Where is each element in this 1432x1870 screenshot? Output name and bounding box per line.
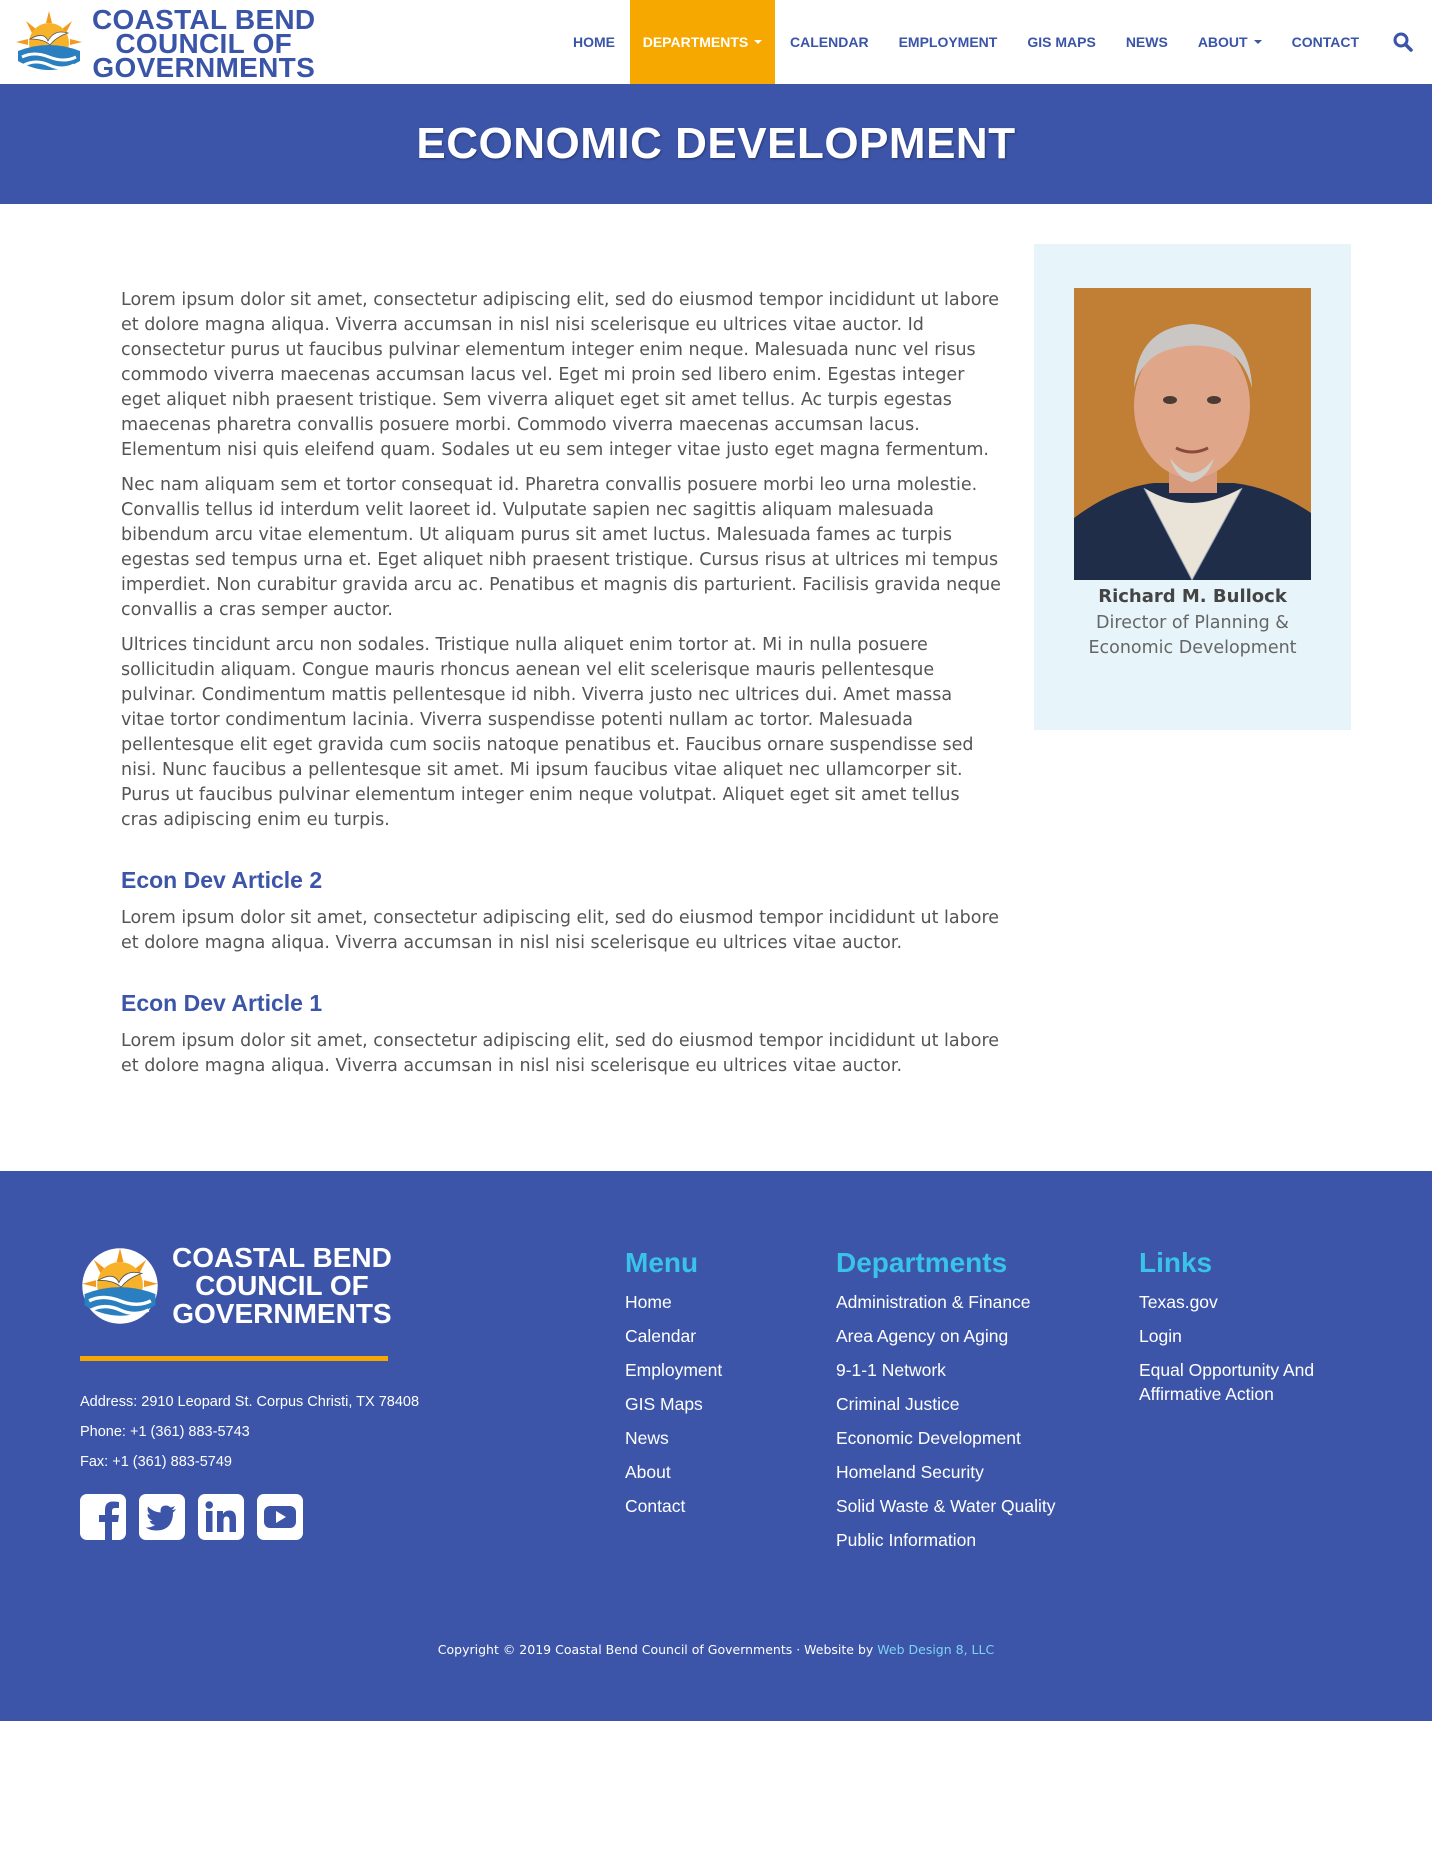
nav-label: CALENDAR (790, 34, 869, 50)
footer-link-department[interactable]: Criminal Justice (836, 1387, 1055, 1421)
main-content: Lorem ipsum dolor sit amet, consectetur … (121, 288, 1001, 1089)
footer-link-login[interactable]: Login (1139, 1319, 1339, 1353)
nav-label: NEWS (1125, 34, 1168, 50)
article-title-link[interactable]: Econ Dev Article 1 (121, 990, 1001, 1017)
address: Address: 2910 Leopard St. Corpus Christi… (80, 1394, 420, 1410)
logo-emblem-icon (16, 11, 82, 77)
logo-emblem-icon (82, 1248, 158, 1324)
nav-news[interactable]: NEWS (1111, 0, 1183, 84)
footer-menu: Menu Home Calendar Employment GIS Maps N… (625, 1247, 722, 1523)
phone: Phone: +1 (361) 883-5743 (80, 1424, 250, 1440)
logo-line: COASTAL BEND (172, 1242, 392, 1273)
footer-link-texas-gov[interactable]: Texas.gov (1139, 1285, 1339, 1319)
footer-link-about[interactable]: About (625, 1455, 722, 1489)
facebook-icon[interactable] (80, 1494, 126, 1540)
youtube-icon[interactable] (257, 1494, 303, 1540)
twitter-icon[interactable] (139, 1494, 185, 1540)
nav-label: HOME (573, 34, 615, 50)
search-button[interactable] (1374, 0, 1432, 84)
main-nav: HOME DEPARTMENTS CALENDAR EMPLOYMENT GIS… (558, 0, 1432, 84)
footer-link-department[interactable]: Economic Development (836, 1421, 1055, 1455)
staff-name: Richard M. Bullock (1098, 586, 1287, 607)
site-footer: COASTAL BEND COUNCIL OF GOVERNMENTS Addr… (0, 1171, 1432, 1721)
linkedin-icon[interactable] (198, 1494, 244, 1540)
nav-departments[interactable]: DEPARTMENTS (630, 0, 775, 84)
staff-photo (1074, 288, 1311, 580)
footer-link-gis-maps[interactable]: GIS Maps (625, 1387, 722, 1421)
nav-label: GIS MAPS (1027, 34, 1096, 50)
footer-link-department[interactable]: Solid Waste & Water Quality (836, 1489, 1055, 1523)
body-paragraph: Nec nam aliquam sem et tortor consequat … (121, 475, 1001, 620)
nav-label: CONTACT (1291, 34, 1359, 50)
copyright: Copyright © 2019 Coastal Bend Council of… (0, 1642, 1432, 1657)
page-title: ECONOMIC DEVELOPMENT (416, 119, 1016, 168)
staff-job-title: Director of Planning & Economic Developm… (1088, 613, 1297, 658)
nav-gis-maps[interactable]: GIS MAPS (1012, 0, 1110, 84)
logo-line: COUNCIL OF (195, 1270, 369, 1301)
nav-about[interactable]: ABOUT (1183, 0, 1277, 84)
page-banner: ECONOMIC DEVELOPMENT (0, 84, 1432, 204)
site-header: COASTAL BEND COUNCIL OF GOVERNMENTS HOME… (0, 0, 1432, 84)
logo-wordmark: COASTAL BEND COUNCIL OF GOVERNMENTS (92, 6, 316, 83)
footer-link-employment[interactable]: Employment (625, 1353, 722, 1387)
footer-link-news[interactable]: News (625, 1421, 722, 1455)
nav-home[interactable]: HOME (558, 0, 630, 84)
footer-link-calendar[interactable]: Calendar (625, 1319, 722, 1353)
footer-links: Links Texas.gov Login Equal Opportunity … (1139, 1247, 1339, 1406)
nav-employment[interactable]: EMPLOYMENT (884, 0, 1013, 84)
nav-label: EMPLOYMENT (898, 34, 998, 50)
footer-link-department[interactable]: Administration & Finance (836, 1285, 1055, 1319)
body-paragraph: Ultrices tincidunt arcu non sodales. Tri… (121, 635, 974, 830)
article-excerpt: Lorem ipsum dolor sit amet, consectetur … (121, 908, 1000, 953)
nav-calendar[interactable]: CALENDAR (775, 0, 884, 84)
footer-links-heading: Links (1139, 1247, 1213, 1278)
caret-down-icon (754, 40, 763, 44)
footer-divider (80, 1356, 388, 1361)
caret-down-icon (1253, 40, 1262, 44)
logo-line: GOVERNMENTS (92, 52, 316, 83)
footer-link-department[interactable]: Homeland Security (836, 1455, 1055, 1489)
footer-logo-wordmark: COASTAL BEND COUNCIL OF GOVERNMENTS (172, 1244, 392, 1328)
footer-menu-heading: Menu (625, 1247, 699, 1278)
footer-link-department[interactable]: Area Agency on Aging (836, 1319, 1055, 1353)
nav-label: ABOUT (1197, 34, 1248, 50)
staff-card: Richard M. Bullock Director of Planning … (1034, 244, 1351, 730)
article-title-link[interactable]: Econ Dev Article 2 (121, 867, 1001, 894)
article-excerpt: Lorem ipsum dolor sit amet, consectetur … (121, 1031, 1000, 1076)
fax: Fax: +1 (361) 883-5749 (80, 1454, 232, 1470)
nav-contact[interactable]: CONTACT (1277, 0, 1374, 84)
site-logo[interactable]: COASTAL BEND COUNCIL OF GOVERNMENTS (14, 6, 334, 83)
footer-link-department[interactable]: 9-1-1 Network (836, 1353, 1055, 1387)
copyright-text: Copyright © 2019 Coastal Bend Council of… (437, 1642, 878, 1657)
footer-logo[interactable]: COASTAL BEND COUNCIL OF GOVERNMENTS (80, 1243, 420, 1329)
footer-link-department[interactable]: Public Information (836, 1523, 1055, 1557)
contact-info: Address: 2910 Leopard St. Corpus Christi… (80, 1387, 419, 1477)
footer-link-contact[interactable]: Contact (625, 1489, 722, 1523)
designer-credit-link[interactable]: Web Design 8, LLC (877, 1642, 994, 1657)
logo-line: GOVERNMENTS (172, 1298, 392, 1329)
search-icon (1393, 32, 1413, 52)
footer-departments: Departments Administration & Finance Are… (836, 1247, 1055, 1557)
nav-label: DEPARTMENTS (642, 34, 749, 50)
body-paragraph: Lorem ipsum dolor sit amet, consectetur … (121, 290, 1000, 460)
footer-link-home[interactable]: Home (625, 1285, 722, 1319)
footer-link-equal-opportunity[interactable]: Equal Opportunity And Affirmative Action (1139, 1358, 1339, 1406)
footer-departments-heading: Departments (836, 1247, 1008, 1278)
